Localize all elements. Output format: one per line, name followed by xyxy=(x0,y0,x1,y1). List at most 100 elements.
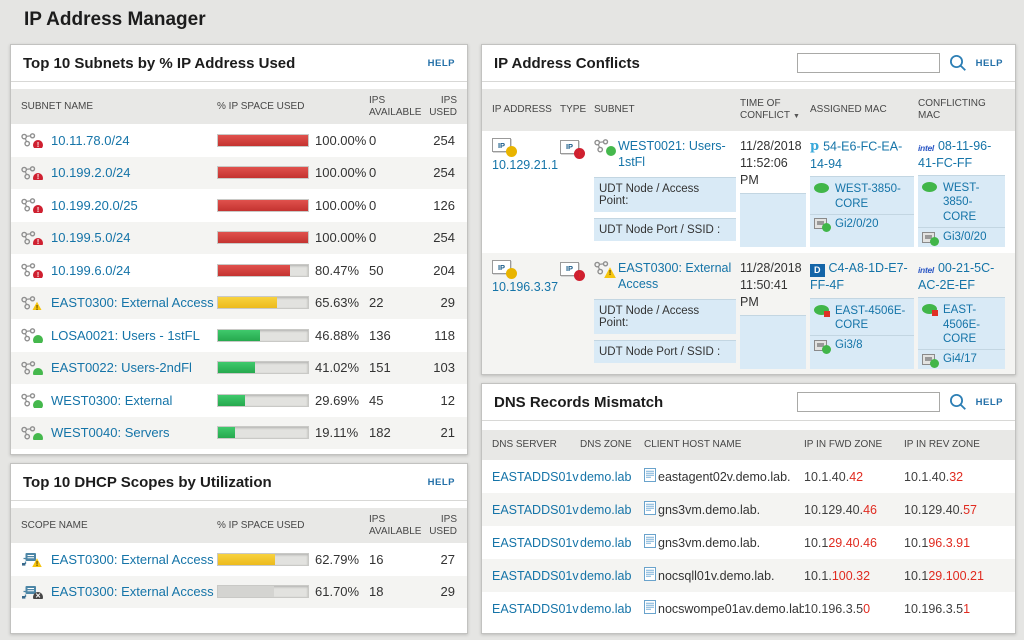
vendor-logo-icon xyxy=(918,261,934,277)
ip-fwd-zone: 10.196.3.50 xyxy=(804,602,904,616)
conflicts-panel-title: IP Address Conflicts xyxy=(494,55,789,72)
table-row: !EAST0300: External Access 62.79% 16 27 xyxy=(11,543,467,576)
subnet-link[interactable]: WEST0300: External xyxy=(51,393,172,408)
dns-server-link[interactable]: EASTADDS01v xyxy=(492,536,580,550)
sort-desc-icon: ▼ xyxy=(793,113,800,120)
udt-node-link[interactable]: EAST-4506E-CORE xyxy=(943,303,1001,346)
subnet-link[interactable]: 10.199.20.0/25 xyxy=(51,198,138,213)
col-ip-fwd-zone: IP IN FWD ZONE xyxy=(804,439,904,451)
status-badge: ! xyxy=(33,400,43,408)
conflict-subnet-link[interactable]: WEST0021: Users-1stFl xyxy=(618,138,736,171)
dns-zone-link[interactable]: demo.lab xyxy=(580,602,644,616)
status-badge: ! xyxy=(33,173,43,181)
col-type: TYPE xyxy=(560,104,590,116)
usage-bar xyxy=(217,329,309,342)
usage-bar xyxy=(217,585,309,598)
dns-server-link[interactable]: EASTADDS01v xyxy=(492,503,580,517)
pct-used-value: 100.00% xyxy=(315,230,366,245)
usage-bar xyxy=(217,264,309,277)
ips-used-value: 254 xyxy=(429,165,457,180)
col-ip-space-used: % IP SPACE USED xyxy=(217,101,369,113)
ips-available-value: 0 xyxy=(369,133,429,148)
col-time-of-conflict[interactable]: TIME OF CONFLICT▼ xyxy=(740,98,806,122)
udt-node-link[interactable]: WEST-3850-CORE xyxy=(835,182,910,211)
subnet-link[interactable]: 10.199.2.0/24 xyxy=(51,165,131,180)
dhcp-scope-icon: ✕ xyxy=(21,585,37,599)
ip-fwd-zone: 10.129.40.46 xyxy=(804,536,904,550)
pct-used-value: 46.88% xyxy=(315,328,359,343)
help-link[interactable]: HELP xyxy=(976,397,1003,408)
subnets-panel: Top 10 Subnets by % IP Address Used HELP… xyxy=(10,44,468,455)
status-badge: ! xyxy=(33,238,43,246)
ips-used-value: 204 xyxy=(429,263,457,278)
pct-used-value: 41.02% xyxy=(315,360,359,375)
search-input[interactable] xyxy=(797,392,940,412)
help-link[interactable]: HELP xyxy=(976,58,1003,69)
conflict-ip-link[interactable]: 10.129.21.1 xyxy=(492,158,556,172)
pct-used-value: 100.00% xyxy=(315,198,366,213)
col-scope-name: SCOPE NAME xyxy=(21,520,217,532)
ip-rev-zone: 10.129.100.21 xyxy=(904,569,1005,583)
conflict-ip-link[interactable]: 10.196.3.37 xyxy=(492,280,556,294)
subnet-link[interactable]: EAST0300: External Access xyxy=(51,295,214,310)
status-badge: ! xyxy=(33,140,43,148)
status-badge: ! xyxy=(606,146,616,156)
subnet-link[interactable]: LOSA0021: Users - 1stFL xyxy=(51,328,200,343)
dns-record-icon xyxy=(644,501,656,518)
pct-used-value: 80.47% xyxy=(315,263,359,278)
dns-zone-link[interactable]: demo.lab xyxy=(580,536,644,550)
udt-node-link[interactable]: WEST-3850-CORE xyxy=(943,181,1001,224)
assigned-mac-link[interactable]: 54-E6-FC-EA-14-94 xyxy=(810,139,902,171)
scope-link[interactable]: EAST0300: External Access xyxy=(51,552,214,567)
col-conflicting-mac: CONFLICTING MAC xyxy=(918,98,1005,122)
search-input[interactable] xyxy=(797,53,940,73)
ips-available-value: 136 xyxy=(369,328,429,343)
usage-bar xyxy=(217,166,309,179)
subnet-link[interactable]: 10.11.78.0/24 xyxy=(51,133,130,148)
udt-port-link[interactable]: Gi3/0/20 xyxy=(943,231,986,243)
dns-zone-link[interactable]: demo.lab xyxy=(580,569,644,583)
ip-rev-zone: 10.1.40.32 xyxy=(904,470,1005,484)
subnet-link[interactable]: WEST0040: Servers xyxy=(51,425,170,440)
vendor-logo-icon xyxy=(810,138,819,156)
ips-used-value: 29 xyxy=(429,584,457,599)
search-icon[interactable] xyxy=(948,392,968,412)
col-dns-zone: DNS ZONE xyxy=(580,439,644,451)
table-row: ✕EAST0300: External Access 61.70% 18 29 xyxy=(11,576,467,609)
help-link[interactable]: HELP xyxy=(428,477,455,488)
udt-port-link[interactable]: Gi2/0/20 xyxy=(835,218,878,230)
subnet-link[interactable]: 10.199.5.0/24 xyxy=(51,230,131,245)
ips-available-value: 182 xyxy=(369,425,429,440)
udt-node-link[interactable]: EAST-4506E-CORE xyxy=(835,304,910,333)
ip-rev-zone: 10.196.3.51 xyxy=(904,602,1005,616)
udt-port-link[interactable]: Gi3/8 xyxy=(835,339,863,351)
col-subnet-name: SUBNET NAME xyxy=(21,101,217,113)
conflict-time: 11/28/2018 11:52:06 PM xyxy=(740,138,806,189)
dns-zone-link[interactable]: demo.lab xyxy=(580,503,644,517)
status-badge: ! xyxy=(33,433,43,441)
dns-server-link[interactable]: EASTADDS01v xyxy=(492,602,580,616)
subnet-link[interactable]: EAST0022: Users-2ndFl xyxy=(51,360,192,375)
ips-available-value: 151 xyxy=(369,360,429,375)
subnets-panel-title: Top 10 Subnets by % IP Address Used xyxy=(23,55,420,72)
subnet-icon: ! xyxy=(21,328,37,342)
dns-zone-link[interactable]: demo.lab xyxy=(580,470,644,484)
vendor-logo-icon xyxy=(810,261,825,278)
pct-used-value: 62.79% xyxy=(315,552,359,567)
dns-server-link[interactable]: EASTADDS01v xyxy=(492,470,580,484)
client-host-name: gns3vm.demo.lab. xyxy=(658,536,760,550)
conflict-type-icon: IP! xyxy=(560,262,579,276)
search-icon[interactable] xyxy=(948,53,968,73)
ip-status-badge xyxy=(506,146,517,157)
dns-panel: DNS Records Mismatch HELP DNS SERVER DNS… xyxy=(481,383,1016,634)
scope-link[interactable]: EAST0300: External Access xyxy=(51,584,214,599)
table-row: !10.199.20.0/25 100.00% 0 126 xyxy=(11,189,467,222)
udt-port-link[interactable]: Gi4/17 xyxy=(943,353,977,365)
assigned-mac-link[interactable]: C4-A8-1D-E7-FF-4F xyxy=(810,261,908,292)
help-link[interactable]: HELP xyxy=(428,58,455,69)
conflict-subnet-link[interactable]: EAST0300: External Access xyxy=(618,260,736,293)
node-status-icon xyxy=(922,304,937,314)
dns-row: EASTADDS01v demo.lab gns3vm.demo.lab. 10… xyxy=(482,493,1015,526)
dns-server-link[interactable]: EASTADDS01v xyxy=(492,569,580,583)
subnet-link[interactable]: 10.199.6.0/24 xyxy=(51,263,131,278)
